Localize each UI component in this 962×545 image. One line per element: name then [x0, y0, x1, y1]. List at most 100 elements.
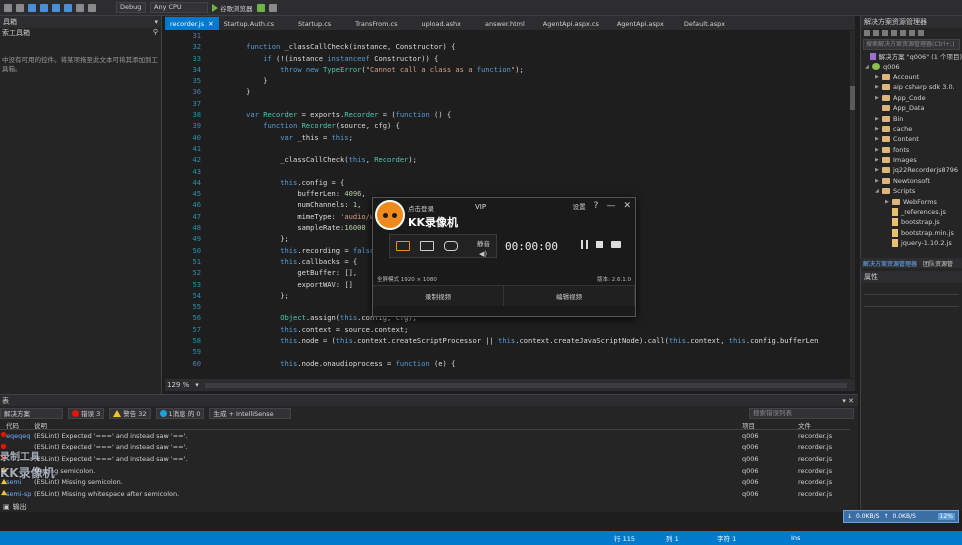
- kk-login-link[interactable]: 点击登录: [408, 203, 434, 213]
- col-project[interactable]: 项目: [742, 420, 798, 430]
- code-line[interactable]: 58 this.node = (this.context.createScrip…: [165, 336, 850, 347]
- tree-item[interactable]: jquery-1.10.2.js: [861, 238, 962, 248]
- record-video-button[interactable]: 录制视频: [373, 286, 504, 306]
- tab-startup-auth[interactable]: Startup.Auth.cs: [219, 17, 279, 30]
- home-icon[interactable]: [882, 30, 888, 36]
- expand-arrow-icon[interactable]: ▶: [875, 167, 882, 173]
- editor-vertical-scrollbar[interactable]: [850, 31, 855, 378]
- code-line[interactable]: 42 _classCallCheck(this, Recorder);: [165, 155, 850, 166]
- sync-icon[interactable]: [891, 30, 897, 36]
- tree-item[interactable]: App_Data: [861, 103, 962, 113]
- expand-arrow-icon[interactable]: ▶: [875, 126, 882, 132]
- tree-item[interactable]: ▶ cache: [861, 124, 962, 134]
- code-line[interactable]: 59: [165, 347, 850, 358]
- tree-item[interactable]: ▶ fonts: [861, 145, 962, 155]
- expand-arrow-icon[interactable]: ▶: [875, 178, 882, 184]
- tree-item[interactable]: ▶ App_Code: [861, 93, 962, 103]
- tree-item[interactable]: ▶ Content: [861, 134, 962, 144]
- code-line[interactable]: 39 function Recorder(source, cfg) {: [165, 121, 850, 132]
- tree-item[interactable]: ▶ Images: [861, 155, 962, 165]
- editor-horizontal-scrollbar[interactable]: [204, 382, 847, 388]
- error-row[interactable]: eqeqeq (ESLint) Expected '===' and instea…: [0, 430, 850, 442]
- minimize-icon[interactable]: —: [606, 201, 615, 211]
- kk-recorder-window[interactable]: 点击登录 KK录像机 VIP 设置 ? — ✕ 静音 ◀) 00:00:00 全…: [372, 197, 636, 317]
- error-row[interactable]: semi-sp (ESLint) Missing whitespace after…: [0, 488, 850, 500]
- tree-item[interactable]: bootstrap.js: [861, 217, 962, 227]
- code-line[interactable]: 37: [165, 99, 850, 110]
- close-icon[interactable]: ✕: [208, 20, 213, 28]
- errors-filter-button[interactable]: 错误 3: [68, 407, 105, 419]
- open-icon[interactable]: [40, 3, 48, 12]
- code-line[interactable]: 60 this.node.onaudioprocess = function (…: [165, 359, 850, 370]
- tree-item[interactable]: 解决方案 "q006" (1 个项目): [861, 51, 962, 61]
- redo-icon[interactable]: [88, 3, 96, 12]
- pause-icon[interactable]: [581, 240, 588, 249]
- tab-agentapi[interactable]: AgentApi.aspx: [612, 17, 669, 30]
- tab-answer[interactable]: answer.html: [480, 17, 530, 30]
- close-icon[interactable]: ✕: [623, 201, 631, 211]
- collapse-icon[interactable]: [909, 30, 915, 36]
- volume-icon[interactable]: ◀): [479, 250, 487, 258]
- run-button[interactable]: 谷歌浏览器: [212, 3, 253, 13]
- save-all-icon[interactable]: [64, 3, 72, 12]
- code-line[interactable]: 57 this.context = source.context;: [165, 325, 850, 336]
- stop-icon[interactable]: [596, 241, 603, 248]
- tab-default[interactable]: Default.aspx: [679, 17, 730, 30]
- zoom-dropdown-icon[interactable]: ▾: [195, 381, 199, 389]
- expand-arrow-icon[interactable]: ▶: [875, 157, 882, 163]
- tab-recorder-js[interactable]: recorder.js ✕: [165, 17, 219, 30]
- new-file-icon[interactable]: [28, 3, 36, 12]
- refresh-icon[interactable]: [900, 30, 906, 36]
- scroll-thumb[interactable]: [850, 86, 855, 110]
- tab-agentapi-cs[interactable]: AgentApi.aspx.cs: [538, 17, 604, 30]
- platform-select[interactable]: Any CPU: [150, 2, 208, 13]
- expand-arrow-icon[interactable]: ▶: [875, 116, 882, 122]
- kk-settings-button[interactable]: 设置: [573, 201, 586, 211]
- code-line[interactable]: 32 function _classCallCheck(instance, Co…: [165, 42, 850, 53]
- expand-arrow-icon[interactable]: ▶: [885, 199, 892, 205]
- toolbox-search[interactable]: 索工具箱 ⚲: [0, 28, 161, 38]
- help-icon[interactable]: ?: [594, 201, 599, 211]
- col-description[interactable]: 说明: [34, 420, 742, 429]
- tree-item[interactable]: _references.js: [861, 207, 962, 217]
- kk-sound-label[interactable]: 静音: [477, 238, 490, 248]
- properties-icon[interactable]: [918, 30, 924, 36]
- warnings-filter-button[interactable]: 警告 32: [109, 407, 151, 419]
- config-select[interactable]: Debug: [116, 2, 146, 13]
- tab-upload[interactable]: upload.ashx: [416, 17, 466, 30]
- expand-arrow-icon[interactable]: ▶: [875, 74, 882, 80]
- step-icon[interactable]: [268, 3, 277, 12]
- save-icon[interactable]: [52, 3, 60, 12]
- tree-item[interactable]: ▶ Account: [861, 72, 962, 82]
- tab-solution-explorer[interactable]: 解决方案资源管理器: [863, 259, 917, 268]
- col-file[interactable]: 文件: [798, 420, 848, 430]
- scope-select[interactable]: 解决方案: [0, 407, 63, 419]
- camera-icon[interactable]: [611, 241, 621, 248]
- tab-startup[interactable]: Startup.cs: [293, 17, 336, 30]
- code-line[interactable]: 40 var _this = this;: [165, 133, 850, 144]
- refresh-icon[interactable]: [256, 3, 265, 12]
- error-row[interactable]: semi (ESLint) Missing semicolon. q006 recor…: [0, 476, 850, 488]
- kk-title-bar[interactable]: 点击登录 KK录像机 VIP 设置 ? — ✕: [373, 198, 635, 234]
- tree-item[interactable]: ◢ q006: [861, 61, 962, 71]
- error-search-input[interactable]: 搜索错误列表: [749, 407, 854, 419]
- back-icon[interactable]: [864, 30, 870, 36]
- undo-icon[interactable]: [76, 3, 84, 12]
- panel-controls[interactable]: ▾ ✕: [842, 397, 854, 405]
- expand-arrow-icon[interactable]: ▶: [875, 95, 882, 101]
- tree-item[interactable]: ▶ aip csharp sdk 3.0.: [861, 82, 962, 92]
- game-mode-icon[interactable]: [444, 241, 458, 251]
- edit-video-button[interactable]: 编辑视频: [504, 286, 635, 306]
- code-line[interactable]: 36 }: [165, 87, 850, 98]
- output-tab[interactable]: ▣ 输出: [0, 501, 27, 512]
- messages-filter-button[interactable]: 1消息 的 0: [155, 407, 205, 419]
- forward-icon[interactable]: [16, 3, 24, 12]
- code-line[interactable]: 44 this.config = {: [165, 178, 850, 189]
- code-line[interactable]: 31: [165, 31, 850, 42]
- expand-arrow-icon[interactable]: ▶: [875, 147, 882, 153]
- tab-transfrom[interactable]: TransFrom.cs: [350, 17, 402, 30]
- search-icon[interactable]: ⚲: [153, 28, 158, 36]
- tree-item[interactable]: ▶ Bin: [861, 113, 962, 123]
- forward-icon[interactable]: [873, 30, 879, 36]
- code-line[interactable]: 38 var Recorder = exports.Recorder = (fu…: [165, 110, 850, 121]
